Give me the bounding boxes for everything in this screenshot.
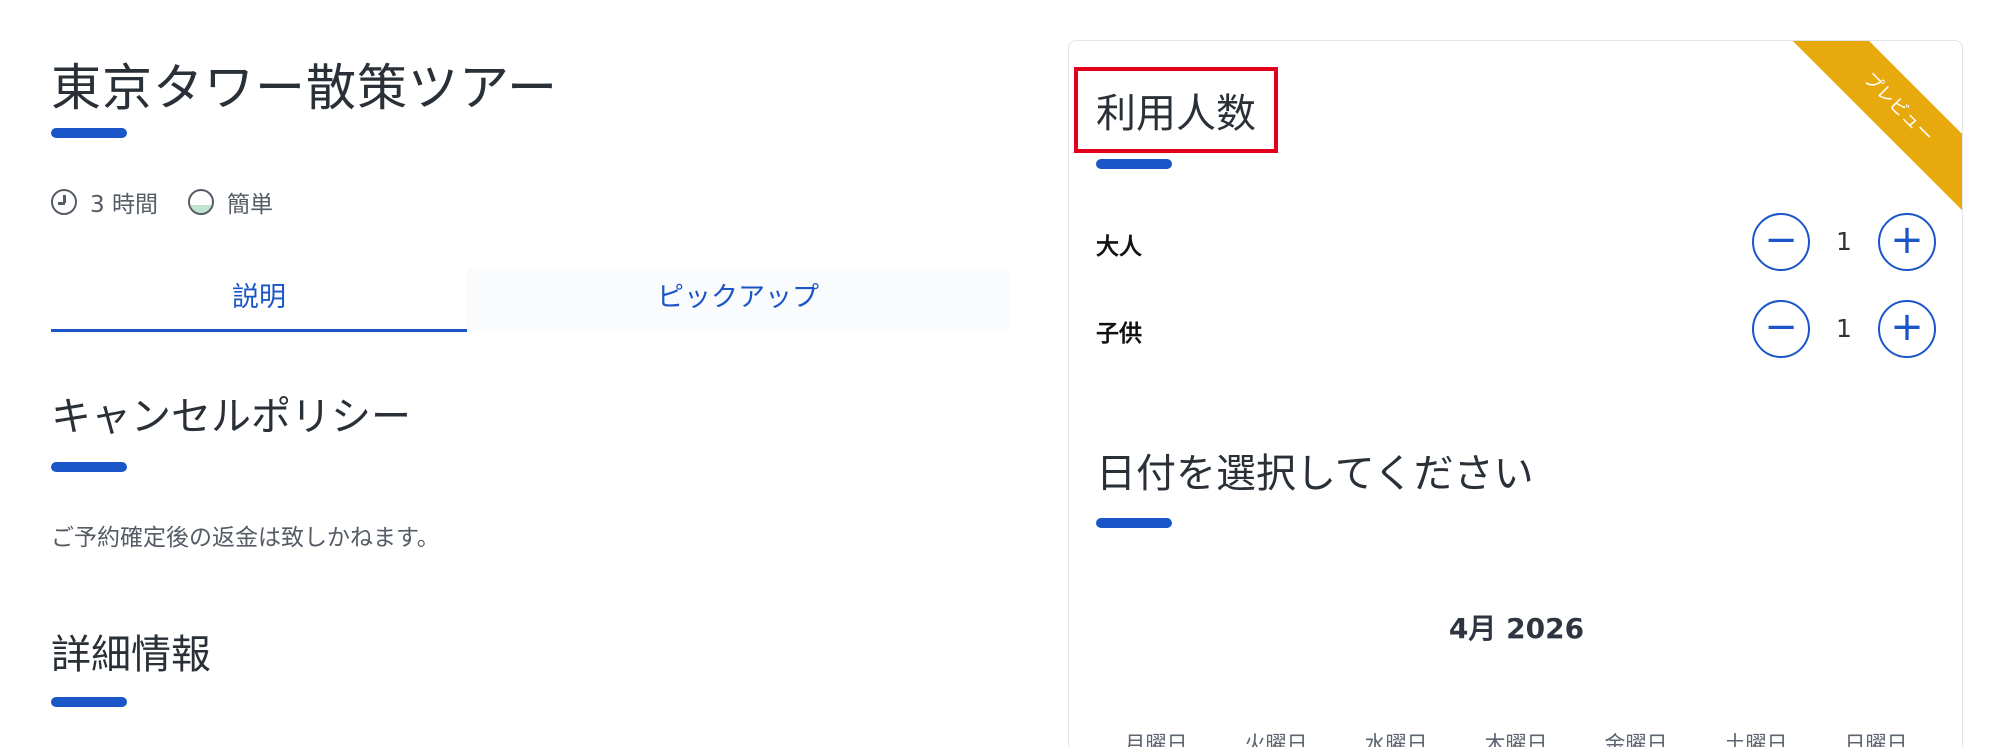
child-stepper: − 1 + — [1752, 300, 1936, 360]
title-underline — [51, 128, 127, 138]
booking-panel: プレビュー 利用人数 大人 − 1 + 子供 − 1 + 日付を選択してください… — [1068, 40, 1963, 747]
difficulty-icon — [187, 189, 214, 215]
weekday-wed: 水曜日 — [1364, 732, 1428, 747]
tab-pickup[interactable]: ピックアップ — [467, 268, 1009, 332]
adult-stepper: − 1 + — [1752, 213, 1936, 273]
details-heading: 詳細情報 — [51, 632, 211, 678]
cancellation-heading: キャンセルポリシー — [51, 394, 411, 440]
child-label: 子供 — [1096, 321, 1142, 347]
page-title: 東京タワー散策ツアー — [51, 59, 558, 117]
tab-description[interactable]: 説明 — [51, 268, 467, 332]
details-underline — [51, 697, 127, 707]
cancellation-text: ご予約確定後の返金は致しかねます。 — [51, 525, 440, 551]
adult-label: 大人 — [1096, 234, 1142, 260]
difficulty-text: 簡単 — [226, 192, 273, 218]
tour-meta: 3 時間 簡単 — [51, 184, 273, 220]
date-underline — [1096, 518, 1172, 528]
calendar-weekdays: 月曜日 火曜日 水曜日 木曜日 金曜日 土曜日 日曜日 — [1096, 728, 1936, 747]
adult-counter-row: 大人 − 1 + — [1096, 213, 1936, 273]
weekday-fri: 金曜日 — [1604, 732, 1668, 747]
child-plus-button[interactable]: + — [1878, 300, 1936, 358]
weekday-sun: 日曜日 — [1844, 732, 1908, 747]
adult-count: 1 — [1836, 227, 1852, 256]
calendar-month: 4月 2026 — [1448, 612, 1585, 645]
duration-text: 3 時間 — [90, 192, 158, 218]
weekday-tue: 火曜日 — [1244, 732, 1308, 747]
adult-plus-button[interactable]: + — [1878, 213, 1936, 271]
participants-heading: 利用人数 — [1074, 67, 1278, 153]
tab-bar: 説明 ピックアップ — [51, 268, 1009, 332]
participants-underline — [1096, 159, 1172, 169]
clock-icon — [51, 189, 77, 215]
child-counter-row: 子供 − 1 + — [1096, 300, 1936, 360]
date-heading: 日付を選択してください — [1096, 451, 1534, 497]
adult-minus-button[interactable]: − — [1752, 213, 1810, 271]
preview-ribbon: プレビュー — [1786, 41, 1962, 220]
child-count: 1 — [1836, 314, 1852, 343]
child-minus-button[interactable]: − — [1752, 300, 1810, 358]
weekday-thu: 木曜日 — [1484, 732, 1548, 747]
cancellation-underline — [51, 462, 127, 472]
weekday-sat: 土曜日 — [1724, 732, 1788, 747]
weekday-mon: 月曜日 — [1124, 732, 1188, 747]
